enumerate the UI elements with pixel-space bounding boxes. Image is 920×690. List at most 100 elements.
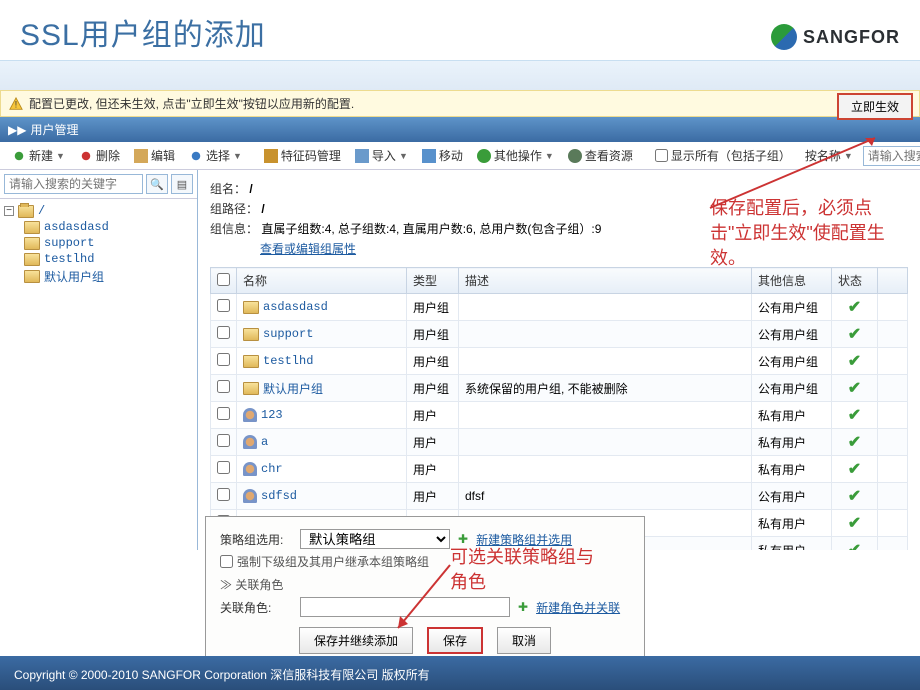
- status-check-icon: ✔: [848, 461, 861, 478]
- table-row[interactable]: 默认用户组 用户组 系统保留的用户组, 不能被删除 公有用户组 ✔: [211, 375, 908, 402]
- row-name-link[interactable]: a: [261, 435, 268, 449]
- plus-small-icon: ✚: [518, 600, 528, 614]
- status-check-icon: ✔: [848, 326, 861, 343]
- page-title: SSL用户组的添加: [20, 10, 900, 54]
- user-icon: [243, 462, 257, 476]
- table-row[interactable]: testlhd 用户组 公有用户组 ✔: [211, 348, 908, 375]
- table-row[interactable]: asdasdasd 用户组 公有用户组 ✔: [211, 294, 908, 321]
- delete-button[interactable]: 删除: [73, 145, 126, 166]
- status-check-icon: ✔: [848, 380, 861, 397]
- brand-name: SANGFOR: [803, 27, 900, 48]
- collapse-icon[interactable]: −: [4, 206, 14, 216]
- folder-icon: [243, 355, 259, 368]
- row-checkbox[interactable]: [217, 299, 230, 312]
- sidebar-search-input[interactable]: [4, 174, 143, 194]
- sidebar-search-button[interactable]: 🔍: [146, 174, 168, 194]
- row-checkbox[interactable]: [217, 407, 230, 420]
- apply-now-button[interactable]: 立即生效: [837, 93, 913, 120]
- search-by-dropdown[interactable]: 按名称▼: [799, 145, 859, 166]
- row-name-link[interactable]: support: [263, 327, 313, 341]
- view-resource-button[interactable]: 查看资源: [562, 145, 639, 166]
- select-button[interactable]: 选择▼: [183, 145, 248, 166]
- other-icon: [477, 149, 491, 163]
- folder-icon: [24, 221, 40, 234]
- folder-icon: [24, 270, 40, 283]
- edit-button[interactable]: 编辑: [128, 145, 181, 166]
- tree-item[interactable]: testlhd: [24, 251, 193, 267]
- tree-item[interactable]: asdasdasd: [24, 219, 193, 235]
- col-desc[interactable]: 描述: [459, 268, 752, 294]
- cert-button[interactable]: 特征码管理: [258, 145, 347, 166]
- plus-small-icon: ✚: [458, 532, 468, 546]
- table-row[interactable]: sdfsd 用户 dfsf 公有用户 ✔: [211, 483, 908, 510]
- show-all-checkbox[interactable]: 显示所有（包括子组）: [649, 145, 797, 166]
- row-checkbox[interactable]: [217, 353, 230, 366]
- check-icon: [189, 149, 203, 163]
- status-check-icon: ✔: [848, 434, 861, 451]
- sangfor-icon: [771, 24, 797, 50]
- move-icon: [422, 149, 436, 163]
- cancel-button[interactable]: 取消: [497, 627, 551, 654]
- row-checkbox[interactable]: [217, 380, 230, 393]
- annotation-policy: 可选关联策略组与角色: [450, 545, 600, 595]
- row-name-link[interactable]: testlhd: [263, 354, 313, 368]
- col-type[interactable]: 类型: [407, 268, 459, 294]
- warning-icon: !: [9, 97, 23, 111]
- brand-logo: SANGFOR: [771, 24, 900, 50]
- save-button[interactable]: 保存: [427, 627, 483, 654]
- row-checkbox[interactable]: [217, 326, 230, 339]
- svg-text:!: !: [15, 99, 17, 109]
- policy-select[interactable]: 默认策略组: [300, 529, 450, 549]
- row-checkbox[interactable]: [217, 434, 230, 447]
- status-check-icon: ✔: [848, 515, 861, 532]
- folder-icon: [243, 301, 259, 314]
- toolbar: 新建▼ 删除 编辑 选择▼ 特征码管理 导入▼ 移动 其他操作▼ 查看资源 显示…: [0, 142, 920, 170]
- cert-icon: [264, 149, 278, 163]
- new-button[interactable]: 新建▼: [6, 145, 71, 166]
- view-edit-group-link[interactable]: 查看或编辑组属性: [260, 242, 356, 256]
- table-row[interactable]: a 用户 私有用户 ✔: [211, 429, 908, 456]
- status-check-icon: ✔: [848, 488, 861, 505]
- import-icon: [355, 149, 369, 163]
- row-name-link[interactable]: chr: [261, 462, 283, 476]
- row-name-link[interactable]: 默认用户组: [263, 380, 323, 397]
- other-ops-button[interactable]: 其他操作▼: [471, 145, 560, 166]
- table-row[interactable]: support 用户组 公有用户组 ✔: [211, 321, 908, 348]
- user-icon: [243, 408, 257, 422]
- col-name[interactable]: 名称: [237, 268, 407, 294]
- select-all-checkbox[interactable]: [217, 273, 230, 286]
- breadcrumb-label: 用户管理: [30, 121, 78, 138]
- move-button[interactable]: 移动: [416, 145, 469, 166]
- table-row[interactable]: chr 用户 私有用户 ✔: [211, 456, 908, 483]
- view-icon: [568, 149, 582, 163]
- row-checkbox[interactable]: [217, 488, 230, 501]
- folder-icon: [24, 253, 40, 266]
- minus-icon: [79, 149, 93, 163]
- breadcrumb: ▶▶ 用户管理: [0, 117, 920, 142]
- row-checkbox[interactable]: [217, 461, 230, 474]
- tree-root[interactable]: − /: [4, 203, 193, 219]
- status-check-icon: ✔: [848, 353, 861, 370]
- role-input[interactable]: [300, 597, 510, 617]
- import-button[interactable]: 导入▼: [349, 145, 414, 166]
- save-continue-button[interactable]: 保存并继续添加: [299, 627, 413, 654]
- tree-item[interactable]: support: [24, 235, 193, 251]
- user-table: 名称 类型 描述 其他信息 状态 asdasdasd 用户组 公有用户组 ✔ s…: [210, 267, 908, 550]
- new-role-link[interactable]: 新建角色并关联: [536, 599, 620, 616]
- search-input[interactable]: [863, 146, 920, 166]
- tree-item[interactable]: 默认用户组: [24, 267, 193, 286]
- sidebar-filter-button[interactable]: ▤: [171, 174, 193, 194]
- sidebar: 🔍 ▤ − / asdasdasdsupporttestlhd默认用户组: [0, 170, 198, 550]
- footer: Copyright © 2000-2010 SANGFOR Corporatio…: [0, 656, 920, 690]
- folder-icon: [24, 237, 40, 250]
- plus-icon: [12, 149, 26, 163]
- table-row[interactable]: 123 用户 私有用户 ✔: [211, 402, 908, 429]
- edit-icon: [134, 149, 148, 163]
- folder-icon: [243, 382, 259, 395]
- status-check-icon: ✔: [848, 542, 861, 550]
- breadcrumb-arrow-icon: ▶▶: [8, 123, 26, 137]
- row-name-link[interactable]: 123: [261, 408, 283, 422]
- banner-gradient: [0, 60, 920, 90]
- row-name-link[interactable]: sdfsd: [261, 489, 297, 503]
- row-name-link[interactable]: asdasdasd: [263, 300, 328, 314]
